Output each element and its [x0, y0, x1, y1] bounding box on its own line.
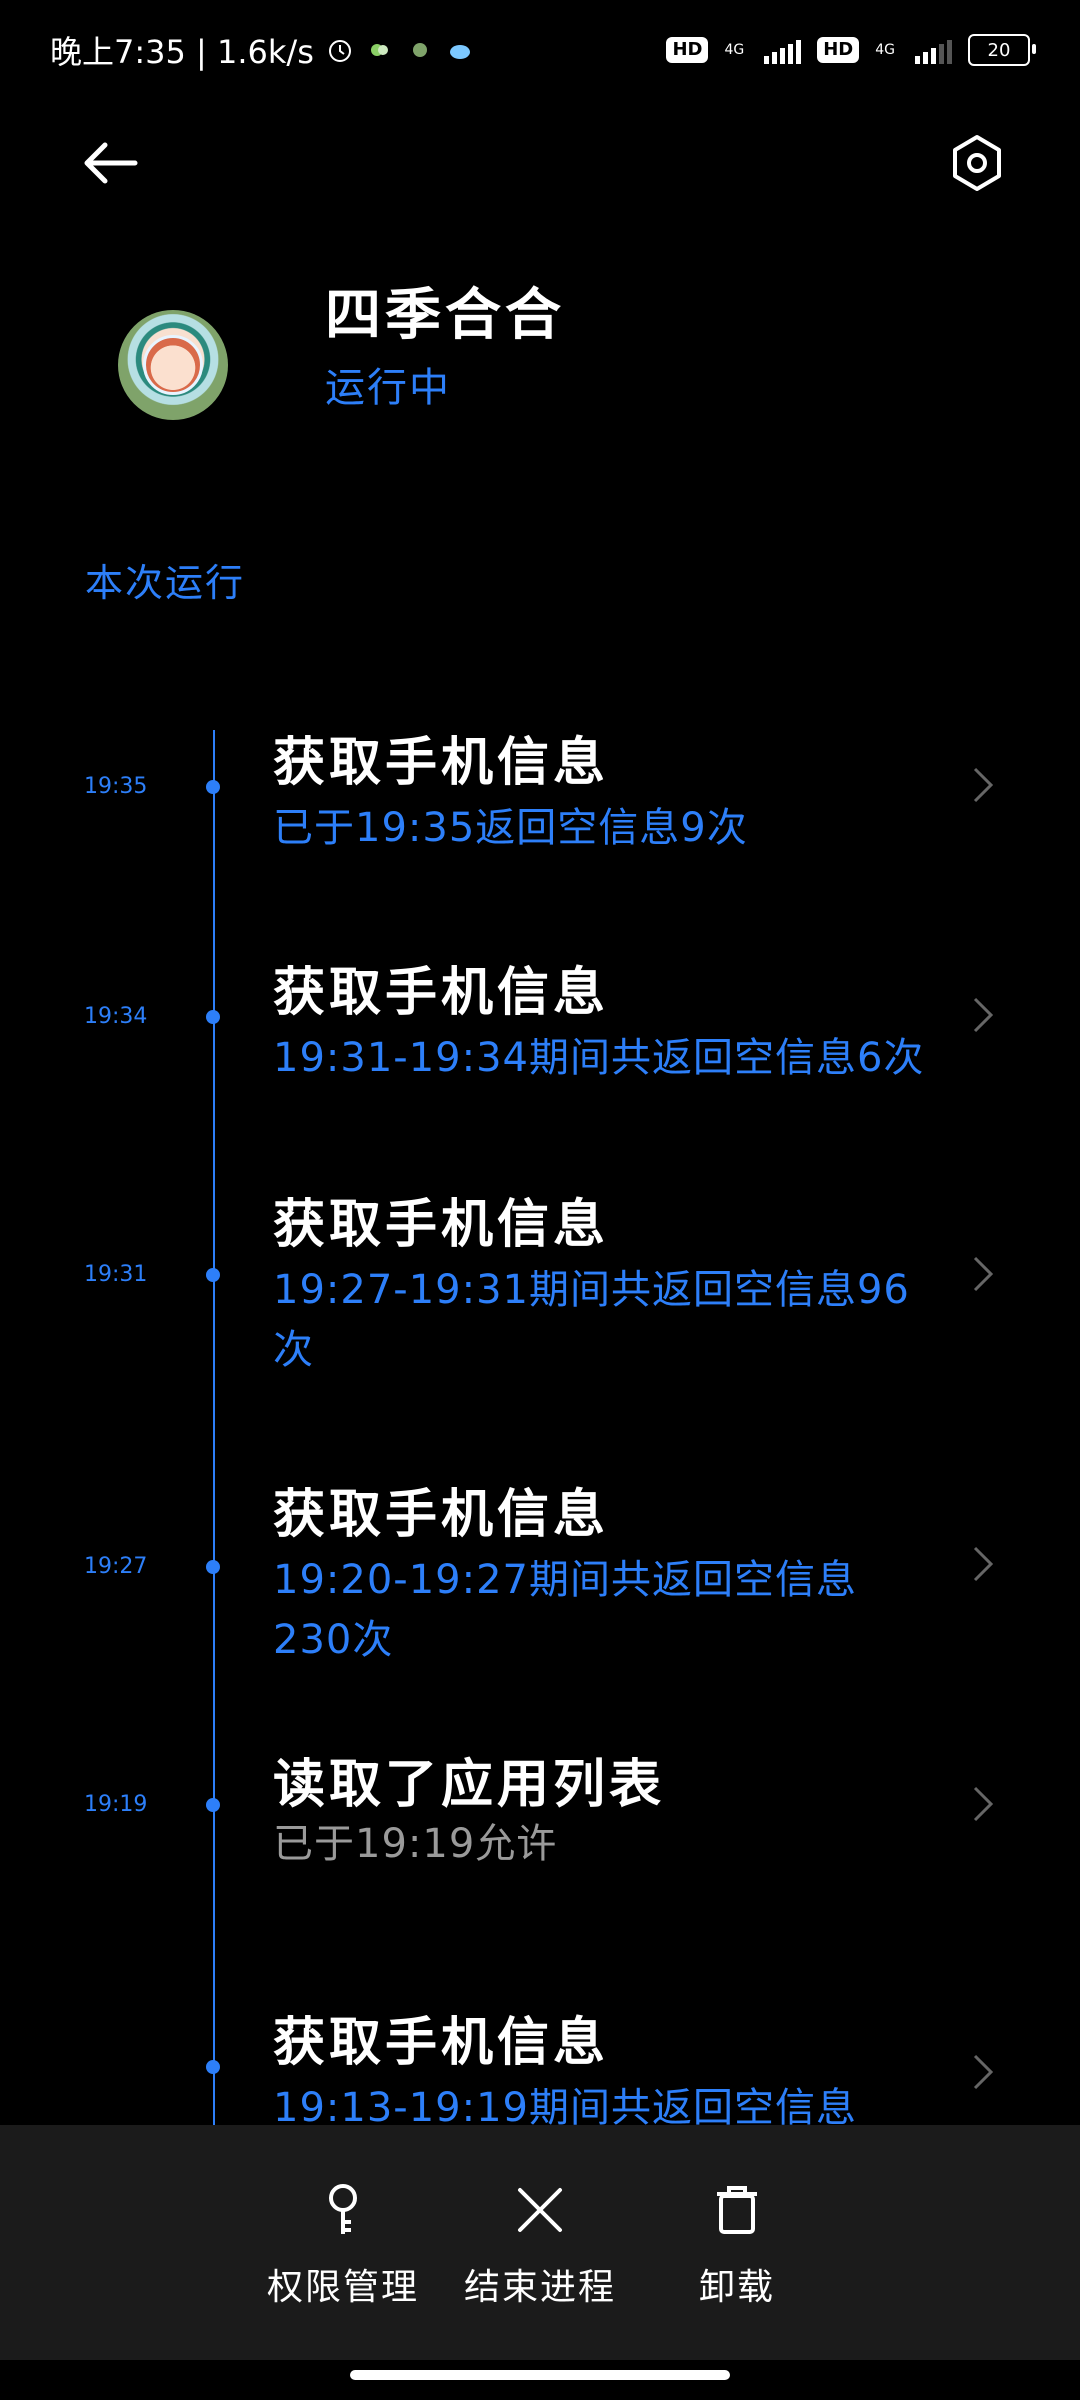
network-type: 4G	[875, 42, 895, 58]
timeline-dot	[206, 1798, 220, 1812]
status-right: HD 4G HD 4G 20	[666, 34, 1036, 66]
event-time: 19:27	[84, 1554, 148, 1579]
permission-label: 权限管理	[266, 2267, 419, 2308]
network-type: 4G	[724, 42, 745, 58]
timeline-dot	[206, 1010, 220, 1024]
app-icon	[118, 310, 228, 420]
event-time: 19:35	[84, 774, 148, 799]
event-title: 读取了应用列表	[273, 1755, 666, 1815]
chevron-right-icon	[962, 1254, 1002, 1294]
status-time-speed: 晚上7:35 | 1.6k/s	[50, 33, 314, 71]
event-desc: 已于19:35返回空信息9次	[273, 805, 748, 851]
settings-button[interactable]	[942, 128, 1012, 198]
event-time: 19:19	[84, 1792, 148, 1817]
app-name: 四季合合	[325, 283, 565, 348]
battery-icon: 20	[968, 34, 1036, 66]
section-title: 本次运行	[85, 561, 246, 605]
bottom-action-bar: 权限管理 结束进程 卸载	[0, 2125, 1080, 2360]
timeline-event[interactable]: 19:27 获取手机信息 19:20-19:27期间共返回空信息230次	[0, 1432, 1080, 1663]
alarm-icon	[326, 36, 354, 64]
key-icon	[253, 2180, 433, 2240]
status-bar: 晚上7:35 | 1.6k/s HD 4G HD 4G 20	[0, 0, 1080, 100]
permission-button[interactable]: 权限管理	[253, 2180, 433, 2310]
chevron-right-icon	[962, 1544, 1002, 1584]
timeline-dot	[206, 1268, 220, 1282]
event-time: 19:34	[84, 1004, 148, 1029]
back-button[interactable]	[76, 128, 146, 198]
timeline-dot	[206, 1560, 220, 1574]
event-title: 获取手机信息	[273, 963, 610, 1023]
app-notification-icon	[406, 36, 434, 64]
event-desc: 19:31-19:34期间共返回空信息6次	[273, 1035, 925, 1081]
avatar	[143, 335, 203, 395]
uninstall-label: 卸载	[698, 2267, 775, 2308]
event-desc: 19:27-19:31期间共返回空信息96次	[273, 1267, 910, 1373]
chevron-right-icon	[962, 2052, 1002, 2092]
hd-icon: HD	[666, 37, 709, 63]
top-nav	[0, 120, 1080, 210]
hd-icon: HD	[817, 37, 860, 63]
status-left: 晚上7:35 | 1.6k/s	[50, 27, 474, 73]
timeline-event[interactable]: 19:34 获取手机信息 19:31-19:34期间共返回空信息6次	[0, 910, 1080, 1081]
app-status: 运行中	[325, 365, 451, 411]
event-desc: 19:20-19:27期间共返回空信息230次	[273, 1557, 857, 1663]
cloud-icon	[446, 36, 474, 64]
timeline-dot	[206, 780, 220, 794]
back-arrow-icon	[84, 142, 138, 184]
timeline-event[interactable]: 19:35 获取手机信息 已于19:35返回空信息9次	[0, 680, 1080, 851]
gear-icon	[953, 135, 1001, 191]
app-header: 四季合合 运行中	[0, 260, 1080, 460]
event-time: 19:31	[84, 1262, 148, 1287]
signal-icon	[915, 36, 952, 64]
chevron-right-icon	[962, 765, 1002, 805]
event-title: 获取手机信息	[273, 1195, 610, 1255]
event-desc: 已于19:19允许	[273, 1821, 558, 1867]
event-title: 获取手机信息	[273, 1485, 610, 1545]
chevron-right-icon	[962, 995, 1002, 1035]
timeline-event[interactable]: 19:31 获取手机信息 19:27-19:31期间共返回空信息96次	[0, 1142, 1080, 1373]
event-title: 获取手机信息	[273, 733, 610, 793]
chevron-right-icon	[962, 1784, 1002, 1824]
close-icon	[450, 2180, 630, 2240]
home-indicator[interactable]	[350, 2370, 730, 2380]
timeline-dot	[206, 2060, 220, 2074]
event-title: 获取手机信息	[273, 2013, 610, 2073]
signal-icon	[764, 36, 802, 64]
timeline-event[interactable]: 19:19 读取了应用列表 已于19:19允许	[0, 1702, 1080, 1867]
end-process-label: 结束进程	[463, 2267, 616, 2308]
trash-icon	[647, 2180, 827, 2240]
end-process-button[interactable]: 结束进程	[450, 2180, 630, 2310]
uninstall-button[interactable]: 卸载	[647, 2180, 827, 2310]
timeline: 19:35 获取手机信息 已于19:35返回空信息9次 19:34 获取手机信息…	[0, 640, 1080, 2191]
battery-level: 20	[987, 39, 1011, 61]
app-notification-icon	[366, 36, 394, 64]
